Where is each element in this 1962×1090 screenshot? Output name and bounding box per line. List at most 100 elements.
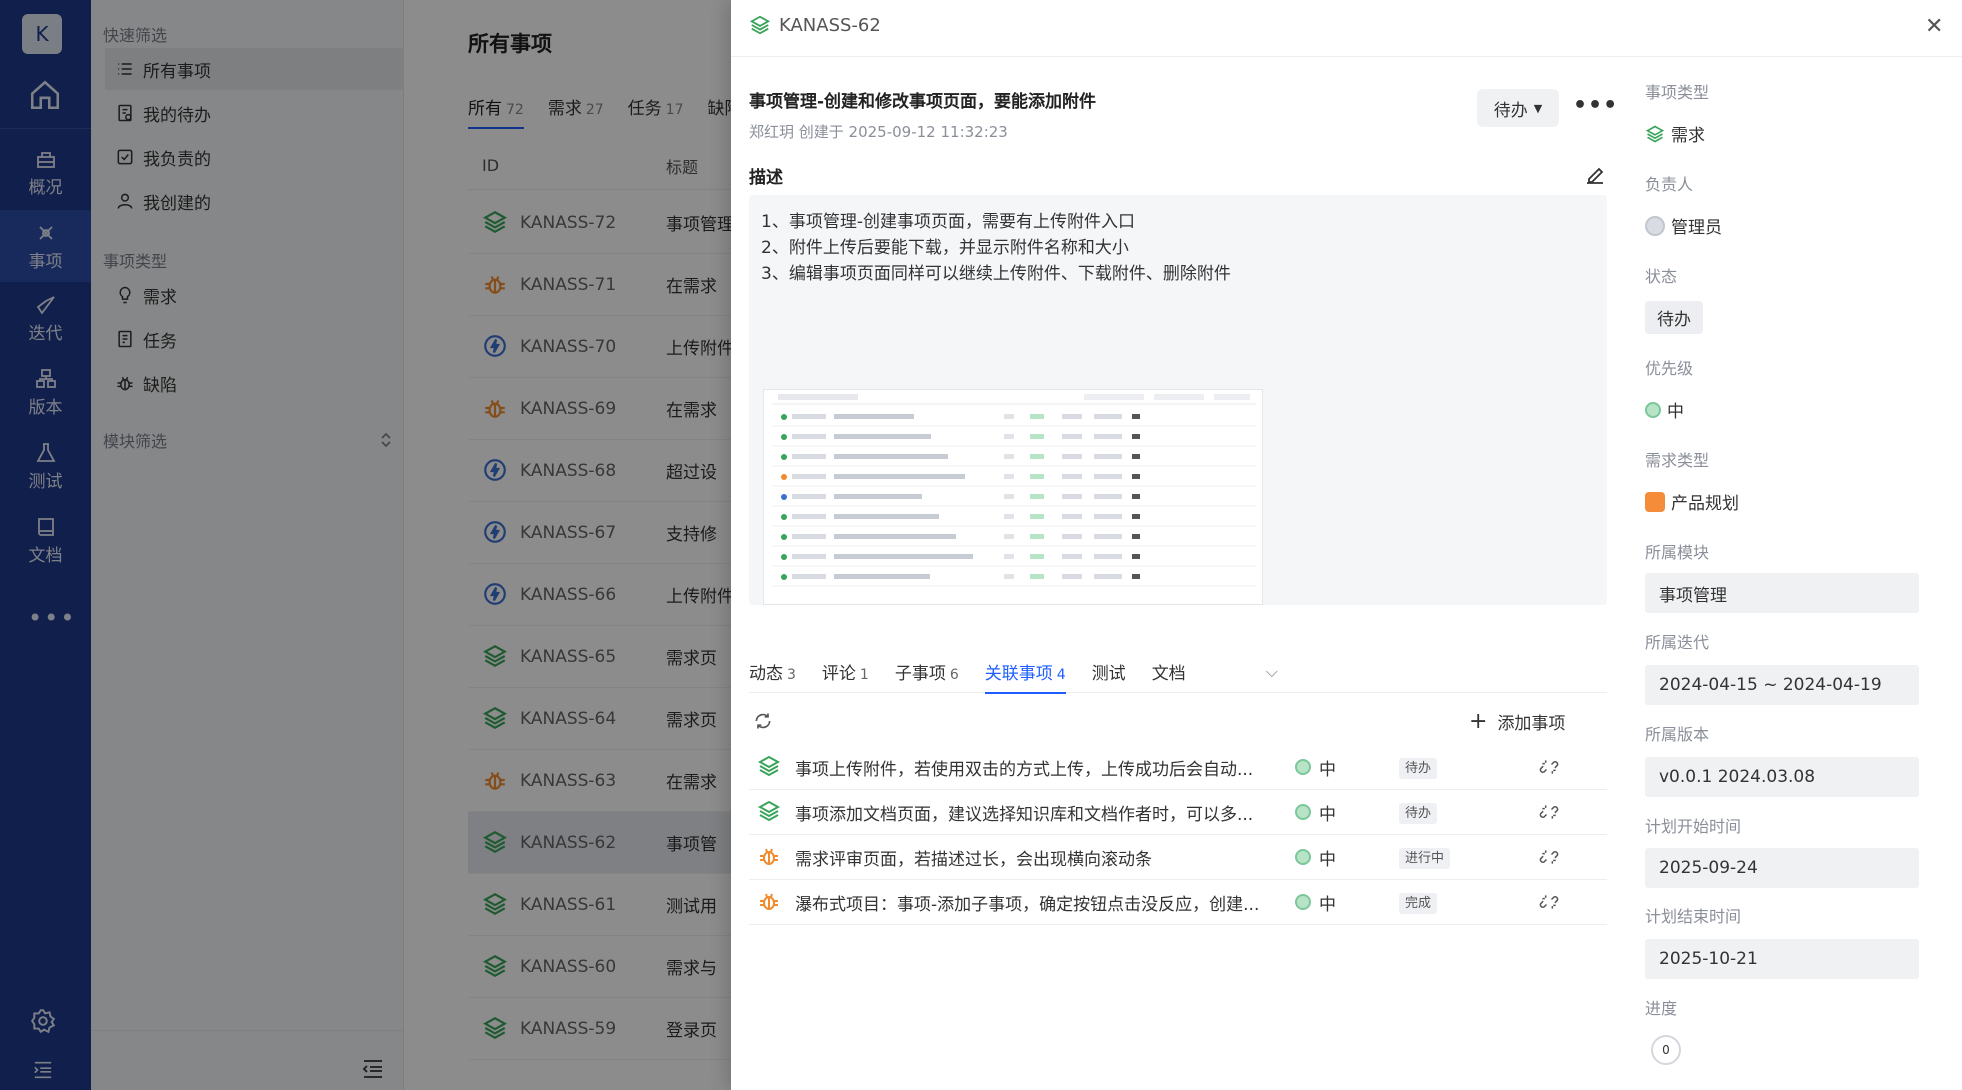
- related-priority: 中: [1295, 845, 1399, 870]
- status-label: 状态: [1645, 267, 1678, 286]
- owner-value[interactable]: 管理员: [1645, 213, 1722, 238]
- related-item-row[interactable]: 需求评审页面，若描述过长，会出现横向滚动条 中 进行中: [749, 835, 1607, 880]
- add-issue-label: 添加事项: [1497, 714, 1566, 734]
- end-date-label: 计划结束时间: [1645, 907, 1742, 926]
- issue-title[interactable]: 事项管理-创建和修改事项页面，要能添加附件: [749, 87, 1096, 112]
- priority-text: 中: [1319, 759, 1336, 780]
- tab-activity[interactable]: 动态 3: [749, 659, 796, 684]
- req-type-text: 产品规划: [1671, 494, 1739, 514]
- plus-icon: +: [1469, 709, 1488, 734]
- avatar: [1645, 215, 1665, 236]
- screenshot-thumbnail: [764, 390, 1262, 604]
- tab-label: 评论: [821, 664, 856, 684]
- issue-type-value[interactable]: 需求: [1645, 121, 1705, 146]
- status-badge: 待办: [1399, 758, 1438, 779]
- requirement-icon: [1645, 125, 1665, 142]
- start-date-field[interactable]: 2025-09-24: [1645, 848, 1919, 888]
- tab-label: 测试: [1091, 664, 1126, 684]
- req-type-label: 需求类型: [1645, 451, 1710, 470]
- related-type-icon: [757, 844, 783, 870]
- issue-type-label: 事项类型: [1645, 83, 1710, 102]
- requirement-icon: [749, 15, 771, 35]
- refresh-icon[interactable]: [753, 711, 773, 731]
- status-badge[interactable]: 待办: [1645, 301, 1703, 334]
- unlink-icon[interactable]: [1539, 847, 1559, 867]
- priority-medium-icon: [1295, 849, 1311, 865]
- tab-comments[interactable]: 评论 1: [822, 659, 869, 684]
- tab-count: 3: [787, 667, 796, 683]
- issue-detail-drawer: KANASS-62 ✕ 事项管理-创建和修改事项页面，要能添加附件 郑红玥 创建…: [731, 0, 1962, 1090]
- tab-related-items[interactable]: 关联事项 4: [984, 659, 1066, 694]
- priority-medium-icon: [1295, 894, 1311, 910]
- req-type-value[interactable]: 产品规划: [1645, 489, 1739, 514]
- related-status: 完成: [1399, 892, 1539, 914]
- related-type-icon: [757, 799, 783, 825]
- related-priority: 中: [1295, 890, 1399, 915]
- related-priority: 中: [1295, 755, 1399, 780]
- add-issue-button[interactable]: + 添加事项: [1469, 709, 1565, 734]
- requirement-icon: [757, 800, 781, 822]
- sprint-field[interactable]: 2024-04-15 ~ 2024-04-19: [1645, 665, 1919, 705]
- related-title[interactable]: 事项添加文档页面，建议选择知识库和文档作者时，可以多...: [795, 800, 1295, 825]
- properties-panel: 事项类型 需求 负责人 管理员 状态 待办 优先级 中 需求类型 产品规划 所属…: [1645, 57, 1945, 1090]
- tab-docs[interactable]: 文档: [1152, 659, 1186, 684]
- status-badge: 进行中: [1399, 848, 1451, 869]
- more-actions-icon[interactable]: •••: [1573, 93, 1618, 118]
- progress-label: 进度: [1645, 999, 1678, 1018]
- owner-text: 管理员: [1671, 218, 1722, 238]
- module-label: 所属模块: [1645, 543, 1710, 562]
- issue-type-text: 需求: [1671, 126, 1705, 146]
- priority-label: 优先级: [1645, 359, 1694, 378]
- owner-label: 负责人: [1645, 175, 1694, 194]
- unlink-icon[interactable]: [1539, 757, 1559, 777]
- related-item-row[interactable]: 事项上传附件，若使用双击的方式上传，上传成功后会自动... 中 待办: [749, 745, 1607, 790]
- end-date-field[interactable]: 2025-10-21: [1645, 939, 1919, 979]
- modal-backdrop[interactable]: [0, 0, 731, 1090]
- chevron-down-icon[interactable]: ⌵: [1266, 662, 1278, 682]
- description-line: 3、编辑事项页面同样可以继续上传附件、下载附件、删除附件: [761, 264, 1231, 284]
- related-item-row[interactable]: 瀑布式项目：事项-添加子事项，确定按钮点击没反应，创建... 中 完成: [749, 880, 1607, 925]
- status-badge: 待办: [1399, 803, 1438, 824]
- related-item-row[interactable]: 事项添加文档页面，建议选择知识库和文档作者时，可以多... 中 待办: [749, 790, 1607, 835]
- module-field[interactable]: 事项管理: [1645, 573, 1919, 613]
- related-title[interactable]: 需求评审页面，若描述过长，会出现横向滚动条: [795, 845, 1295, 870]
- tab-label: 关联事项: [984, 664, 1053, 684]
- priority-text: 中: [1319, 849, 1336, 870]
- priority-text: 中: [1667, 402, 1684, 422]
- close-icon[interactable]: ✕: [1925, 14, 1943, 39]
- version-label: 所属版本: [1645, 725, 1710, 744]
- priority-medium-icon: [1645, 401, 1661, 418]
- requirement-icon: [757, 755, 781, 777]
- unlink-icon[interactable]: [1539, 802, 1559, 822]
- priority-medium-icon: [1295, 804, 1311, 820]
- tab-label: 动态: [749, 664, 783, 684]
- issue-key-text: KANASS-62: [779, 14, 881, 36]
- attachment-screenshot-image[interactable]: [763, 389, 1263, 605]
- related-status: 进行中: [1399, 847, 1539, 869]
- related-title[interactable]: 事项上传附件，若使用双击的方式上传，上传成功后会自动...: [795, 755, 1295, 780]
- start-date-label: 计划开始时间: [1645, 817, 1742, 836]
- related-status: 待办: [1399, 757, 1539, 779]
- bug-icon: [760, 848, 778, 865]
- unlink-icon[interactable]: [1539, 892, 1559, 912]
- description-box[interactable]: 1、事项管理-创建事项页面，需要有上传附件入口 2、附件上传后要能下载，并显示附…: [749, 195, 1607, 605]
- progress-indicator[interactable]: 0: [1651, 1035, 1681, 1065]
- product-planning-icon: [1645, 491, 1665, 512]
- tab-label: 子事项: [894, 664, 946, 684]
- tab-count: 4: [1056, 667, 1066, 683]
- related-title[interactable]: 瀑布式项目：事项-添加子事项，确定按钮点击没反应，创建...: [795, 890, 1295, 915]
- related-priority: 中: [1295, 800, 1399, 825]
- related-type-icon: [757, 889, 783, 915]
- description-label: 描述: [749, 168, 783, 188]
- status-dropdown-label: 待办: [1493, 100, 1528, 121]
- tab-count: 1: [859, 667, 869, 683]
- issue-main: 事项管理-创建和修改事项页面，要能添加附件 郑红玥 创建于 2025-09-12…: [749, 57, 1617, 1090]
- edit-icon[interactable]: [1583, 163, 1607, 187]
- status-dropdown[interactable]: 待办 ▼: [1477, 89, 1559, 127]
- priority-text: 中: [1319, 894, 1336, 915]
- tab-tests[interactable]: 测试: [1092, 659, 1126, 684]
- tab-subitems[interactable]: 子事项 6: [895, 659, 959, 684]
- description-line: 2、附件上传后要能下载，并显示附件名称和大小: [761, 238, 1129, 258]
- version-field[interactable]: v0.0.1 2024.03.08: [1645, 757, 1919, 797]
- priority-value[interactable]: 中: [1645, 397, 1684, 422]
